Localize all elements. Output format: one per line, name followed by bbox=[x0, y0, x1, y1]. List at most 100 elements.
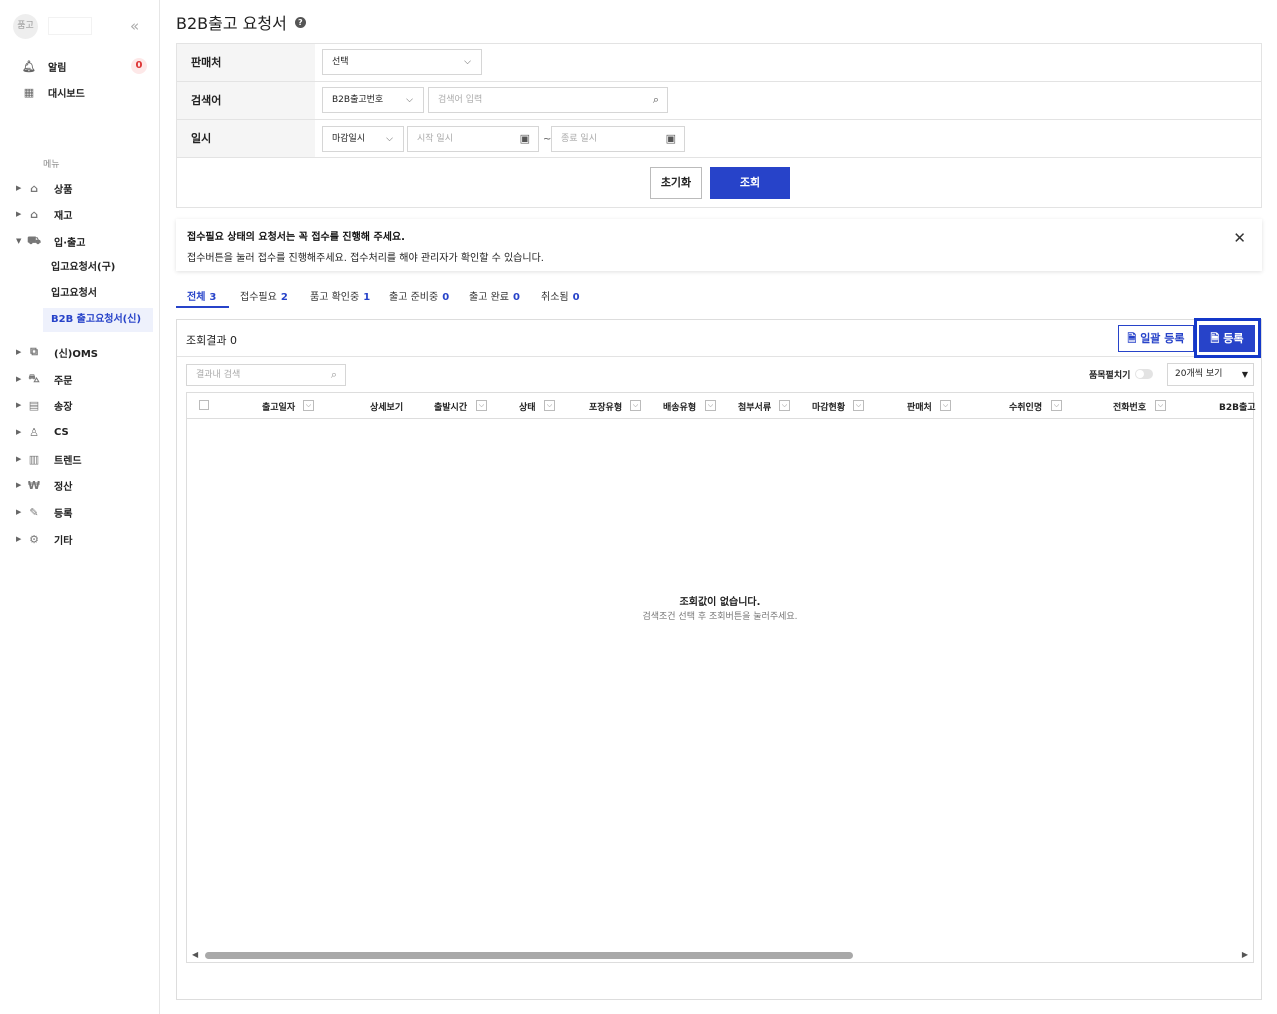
column-filter-icon[interactable]: ⌵ bbox=[779, 400, 790, 411]
column-header[interactable]: B2B출고 bbox=[1219, 400, 1256, 413]
column-header[interactable]: 전화번호 bbox=[1113, 400, 1146, 413]
sidebar-header: 품고 « bbox=[13, 14, 153, 39]
scroll-left-icon[interactable]: ◀ bbox=[192, 950, 198, 959]
column-filter-icon[interactable]: ⌵ bbox=[940, 400, 951, 411]
sidebar-item-alerts[interactable]: 🔔︎ 알림 bbox=[22, 58, 66, 74]
calendar-icon[interactable]: ▣ bbox=[520, 127, 530, 151]
column-header[interactable]: 첨부서류 bbox=[738, 400, 771, 413]
chevron-right-icon: ▶ bbox=[16, 481, 22, 489]
sidebar-subitem-inbound[interactable]: 입고요청서 bbox=[43, 282, 153, 306]
seller-label: 판매처 bbox=[177, 44, 315, 81]
tab-needs-receipt[interactable]: 접수필요 2 bbox=[240, 288, 288, 303]
menu-section-label: 메뉴 bbox=[43, 160, 60, 170]
sidebar-item-trend[interactable]: ▶ ▥ 트렌드 bbox=[16, 451, 82, 467]
chevron-down-icon: ⌵ bbox=[464, 57, 471, 67]
scrollbar-thumb[interactable] bbox=[205, 952, 853, 959]
sidebar-item-orders[interactable]: ▶ ⛍ 주문 bbox=[16, 371, 72, 387]
keyword-input[interactable]: 검색어 입력 ⌕ bbox=[428, 87, 668, 113]
column-header[interactable]: 배송유형 bbox=[663, 400, 696, 413]
sidebar-item-products[interactable]: ▶ ⌂ 상품 bbox=[16, 180, 72, 196]
column-filter-icon[interactable]: ⌵ bbox=[1051, 400, 1062, 411]
collapse-sidebar-icon[interactable]: « bbox=[130, 17, 139, 35]
register-button[interactable]: 🗎︎ 등록 bbox=[1199, 325, 1255, 352]
column-filter-icon[interactable]: ⌵ bbox=[705, 400, 716, 411]
chevron-right-icon: ▶ bbox=[16, 348, 22, 356]
page-title: B2B출고 요청서 ? bbox=[176, 10, 306, 34]
chart-icon: ▥ bbox=[28, 452, 40, 466]
sidebar-item-label: 등록 bbox=[54, 508, 73, 520]
tab-all[interactable]: 전체 3 bbox=[187, 288, 216, 303]
per-page-select[interactable]: 20개씩 보기 ▼ bbox=[1167, 363, 1254, 386]
column-header[interactable]: 상태 bbox=[519, 400, 536, 413]
close-icon[interactable]: ✕ bbox=[1233, 229, 1246, 247]
column-filter-icon[interactable]: ⌵ bbox=[1155, 400, 1166, 411]
notice-banner: 접수필요 상태의 요청서는 꼭 접수를 진행해 주세요. 접수버튼을 눌러 접수… bbox=[176, 219, 1262, 271]
column-header[interactable]: 상세보기 bbox=[370, 400, 403, 413]
horizontal-scrollbar[interactable]: ◀ ▶ bbox=[189, 949, 1251, 961]
sidebar-item-etc[interactable]: ▶ ⚙︎ 기타 bbox=[16, 531, 72, 547]
calendar-icon[interactable]: ▣ bbox=[666, 127, 676, 151]
reset-button[interactable]: 초기화 bbox=[650, 167, 702, 199]
chevron-right-icon: ▶ bbox=[16, 210, 22, 218]
column-filter-icon[interactable]: ⌵ bbox=[303, 400, 314, 411]
help-icon[interactable]: ? bbox=[294, 16, 306, 28]
column-header[interactable]: 출발시간 bbox=[434, 400, 467, 413]
end-date-input[interactable]: 종료 일시 ▣ bbox=[551, 126, 685, 152]
sidebar-item-settlement[interactable]: ▶ ₩ 정산 bbox=[16, 477, 72, 493]
won-icon: ₩ bbox=[27, 478, 41, 492]
results-panel: 조회결과 0 🗎︎ 일괄 등록 🗎︎ 등록 결과내 검색 ⌕ 품목펼치기 20개… bbox=[176, 318, 1262, 1000]
sidebar-item-dashboard[interactable]: ▦ 대시보드 bbox=[22, 84, 85, 100]
user-name bbox=[48, 17, 92, 35]
active-tab-indicator bbox=[176, 306, 229, 308]
sidebar-item-inout[interactable]: ▼ ⛟ 입·출고 bbox=[16, 233, 85, 249]
sidebar-item-label: 송장 bbox=[54, 401, 73, 413]
tab-count: 0 bbox=[572, 292, 580, 303]
tab-label: 출고 준비중 bbox=[389, 292, 439, 303]
filter-row-date: 일시 마감일시 ⌵ 시작 일시 ▣ ~ 종료 일시 ▣ bbox=[177, 120, 1261, 158]
sidebar-subitem-b2b-outbound[interactable]: B2B 출고요청서(신) bbox=[43, 308, 153, 332]
tab-preparing[interactable]: 출고 준비중 0 bbox=[389, 288, 449, 303]
column-header[interactable]: 판매처 bbox=[907, 400, 932, 413]
column-header[interactable]: 마감현황 bbox=[812, 400, 845, 413]
column-header[interactable]: 수취인명 bbox=[1009, 400, 1042, 413]
seller-select[interactable]: 선택 ⌵ bbox=[322, 49, 482, 75]
chevron-right-icon: ▶ bbox=[16, 184, 22, 192]
sidebar-item-oms[interactable]: ▶ ⧉ (신)OMS bbox=[16, 344, 98, 360]
sidebar-subitem-inbound-old[interactable]: 입고요청서(구) bbox=[43, 256, 153, 280]
column-filter-icon[interactable]: ⌵ bbox=[544, 400, 555, 411]
start-date-input[interactable]: 시작 일시 ▣ bbox=[407, 126, 539, 152]
column-filter-icon[interactable]: ⌵ bbox=[853, 400, 864, 411]
sidebar-item-invoice[interactable]: ▶ ▤ 송장 bbox=[16, 397, 72, 413]
inner-search-input[interactable]: 결과내 검색 ⌕ bbox=[186, 364, 346, 386]
caret-down-icon: ▼ bbox=[1241, 370, 1248, 379]
sidebar-item-cs[interactable]: ▶ ♙ CS bbox=[16, 424, 69, 440]
tab-checking[interactable]: 품고 확인중 1 bbox=[310, 288, 370, 303]
tab-label: 전체 bbox=[187, 292, 206, 303]
column-header[interactable]: 포장유형 bbox=[589, 400, 622, 413]
keyword-type-select[interactable]: B2B출고번호 ⌵ bbox=[322, 87, 424, 113]
date-type-select[interactable]: 마감일시 ⌵ bbox=[322, 126, 404, 152]
search-icon[interactable]: ⌕ bbox=[331, 365, 337, 385]
search-button[interactable]: 조회 bbox=[710, 167, 790, 199]
notice-body: 접수버튼을 눌러 접수를 진행해주세요. 접수처리를 해야 관리자가 확인할 수… bbox=[187, 253, 544, 264]
sidebar-item-label: (신)OMS bbox=[54, 348, 98, 360]
sidebar-item-inventory[interactable]: ▶ ⌂ 재고 bbox=[16, 206, 72, 222]
column-filter-icon[interactable]: ⌵ bbox=[476, 400, 487, 411]
tab-label: 출고 완료 bbox=[469, 292, 509, 303]
file-add-icon: 🗎︎ bbox=[1210, 332, 1224, 345]
bulk-register-button[interactable]: 🗎︎ 일괄 등록 bbox=[1118, 325, 1194, 352]
expand-items-toggle[interactable] bbox=[1135, 369, 1153, 379]
truck-icon: ⛟ bbox=[27, 233, 41, 247]
tab-label: 취소됨 bbox=[541, 292, 569, 303]
tab-count: 0 bbox=[512, 292, 520, 303]
column-filter-icon[interactable]: ⌵ bbox=[630, 400, 641, 411]
tab-completed[interactable]: 출고 완료 0 bbox=[469, 288, 520, 303]
tab-cancelled[interactable]: 취소됨 0 bbox=[541, 288, 580, 303]
avatar[interactable]: 품고 bbox=[13, 14, 38, 39]
sidebar-item-register[interactable]: ▶ ✎ 등록 bbox=[16, 504, 72, 520]
column-header[interactable]: 출고일자 bbox=[262, 400, 295, 413]
scroll-right-icon[interactable]: ▶ bbox=[1242, 950, 1248, 959]
select-all-checkbox[interactable] bbox=[199, 400, 209, 410]
search-icon[interactable]: ⌕ bbox=[653, 88, 659, 112]
inner-search-placeholder: 결과내 검색 bbox=[196, 370, 241, 380]
